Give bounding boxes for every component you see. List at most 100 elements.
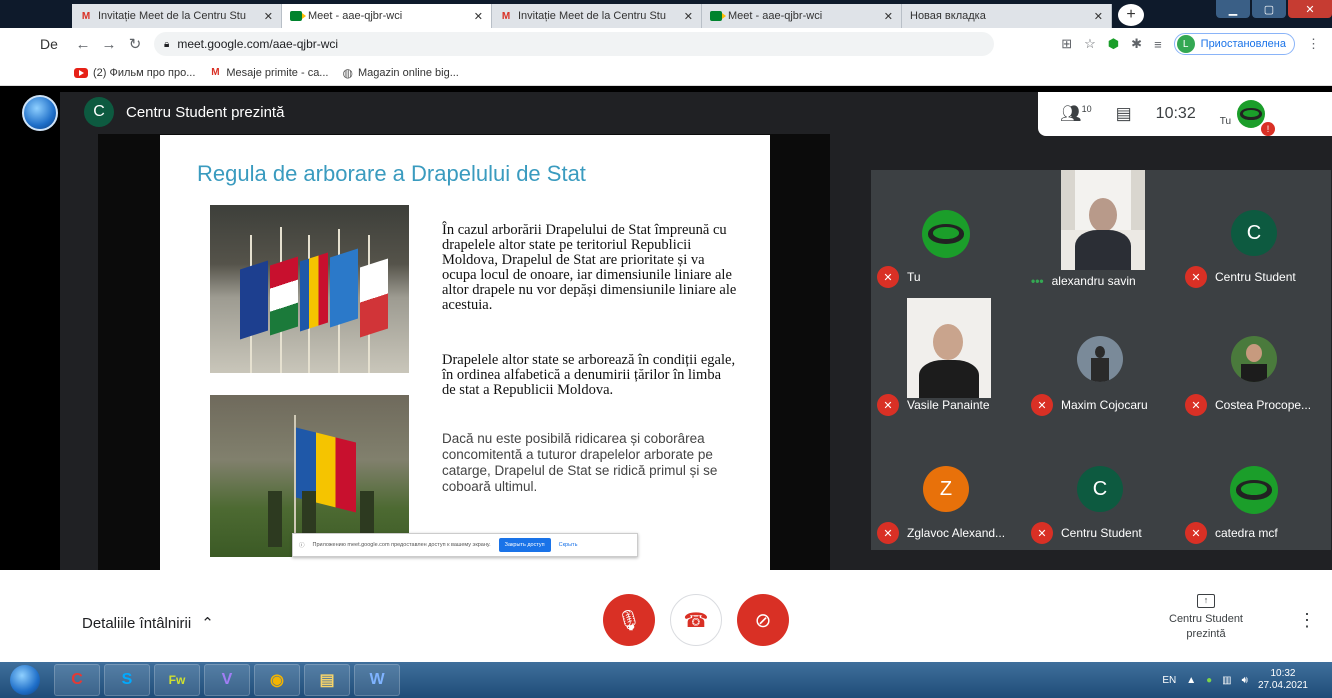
omnibox[interactable]: 🔒︎ meet.google.com/aae-qjbr-wci bbox=[154, 32, 994, 56]
participant-avatar bbox=[1231, 336, 1277, 382]
youtube-icon bbox=[74, 67, 88, 78]
gmail-icon: M bbox=[211, 67, 220, 78]
browser-tab-bar: M Invitație Meet de la Centru Stu ✕ Meet… bbox=[0, 0, 1332, 28]
participant-name: Centru Student bbox=[1061, 526, 1142, 540]
maximize-icon[interactable]: ▢ bbox=[1252, 0, 1286, 18]
meeting-details-button[interactable]: Detaliile întâlnirii ⌃ bbox=[82, 614, 214, 633]
mic-toggle-button[interactable]: 🎙︎ bbox=[603, 594, 655, 646]
system-tray: EN ▲ ● ▥ 🔊︎ 10:32 27.04.2021 bbox=[1162, 668, 1332, 692]
taskbar-app-word[interactable]: W bbox=[354, 664, 400, 696]
presenter-avatar: C bbox=[84, 97, 114, 127]
participant-name: alexandru savin bbox=[1051, 274, 1136, 288]
language-indicator[interactable]: EN bbox=[1162, 675, 1176, 686]
self-preview[interactable]: Tu ! bbox=[1219, 100, 1276, 136]
camera-toggle-button[interactable]: ⊘ bbox=[737, 594, 789, 646]
bookmark-gmail[interactable]: M Mesaje primite - ca... bbox=[209, 67, 328, 79]
participant-tile[interactable]: ✕ Vasile Panainte bbox=[871, 298, 1021, 422]
bookmark-magazin[interactable]: ◍ Magazin online big... bbox=[342, 66, 458, 80]
close-tab-icon[interactable]: ✕ bbox=[1094, 10, 1103, 23]
extensions-puzzle-icon[interactable]: ✱ bbox=[1131, 36, 1142, 52]
chrome-menu-icon[interactable]: ⋮ bbox=[1307, 36, 1320, 52]
participants-button[interactable]: 👥︎ 10 bbox=[1060, 104, 1092, 124]
close-tab-icon[interactable]: ✕ bbox=[474, 10, 483, 23]
back-arrow-icon[interactable]: ← bbox=[70, 36, 96, 53]
bookmark-star-icon[interactable]: ☆ bbox=[1084, 36, 1096, 52]
volume-icon[interactable]: 🔊︎ bbox=[1242, 675, 1248, 686]
minimize-icon[interactable]: ▁ bbox=[1216, 0, 1250, 18]
desktop-side-text: De bbox=[40, 36, 58, 52]
windows-logo-icon bbox=[10, 665, 40, 695]
presenter-text: Centru Student prezintă bbox=[126, 103, 285, 121]
windows-start-orb[interactable] bbox=[22, 95, 58, 131]
taskbar-app-viber[interactable]: V bbox=[204, 664, 250, 696]
bookmark-youtube[interactable]: (2) Фильм про про... bbox=[74, 67, 195, 79]
profile-button[interactable]: L Приостановлена bbox=[1173, 33, 1295, 55]
participant-tile[interactable]: C ✕ Centru Student bbox=[1025, 426, 1175, 550]
tab-meet-2[interactable]: Meet - aae-qjbr-wci ✕ bbox=[702, 4, 902, 28]
url-text: meet.google.com/aae-qjbr-wci bbox=[177, 37, 339, 51]
mic-off-icon: ! bbox=[1261, 122, 1276, 136]
taskbar-app-fireworks[interactable]: Fw bbox=[154, 664, 200, 696]
participant-tile[interactable]: ✕ Costea Procope... bbox=[1179, 298, 1329, 422]
meet-icon bbox=[290, 10, 306, 22]
clock-time: 10:32 bbox=[1270, 668, 1296, 679]
tab-title: Invitație Meet de la Centru Stu bbox=[98, 10, 246, 22]
tab-new[interactable]: Новая вкладка ✕ bbox=[902, 4, 1112, 28]
taskbar-app-ccleaner[interactable]: C bbox=[54, 664, 100, 696]
mic-off-icon: ✕ bbox=[1031, 394, 1053, 416]
participant-tile[interactable]: ✕ Maxim Cojocaru bbox=[1025, 298, 1175, 422]
forward-arrow-icon[interactable]: → bbox=[96, 36, 122, 53]
info-icon: ⓘ bbox=[299, 543, 305, 549]
leave-call-button[interactable]: ☎︎ bbox=[670, 594, 722, 646]
hide-notice-link[interactable]: Скрыть bbox=[559, 542, 578, 548]
hang-up-icon: ☎︎ bbox=[683, 609, 709, 632]
reload-icon[interactable]: ↻ bbox=[122, 35, 148, 53]
new-tab-plus-icon[interactable]: + bbox=[1118, 4, 1144, 26]
chat-icon[interactable]: ▤ bbox=[1116, 104, 1132, 124]
participant-tile[interactable]: ✕ catedra mcf bbox=[1179, 426, 1329, 550]
toolbar-icons: ⊞ ☆ ⬢ ✱ ≡ L Приостановлена ⋮ bbox=[1061, 33, 1320, 55]
adblock-shield-icon[interactable]: ⬢ bbox=[1108, 36, 1119, 52]
participant-tile[interactable]: C ✕ Centru Student bbox=[1179, 170, 1329, 294]
bookmark-label: Mesaje primite - ca... bbox=[226, 66, 329, 79]
more-options-icon[interactable]: ⋮ bbox=[1298, 610, 1316, 631]
participant-name: Tu bbox=[907, 270, 921, 284]
presenting-now-label: Centru Student prezintă bbox=[1169, 613, 1243, 640]
tab-meet-active[interactable]: Meet - aae-qjbr-wci ✕ bbox=[282, 4, 492, 28]
participant-avatar bbox=[1230, 466, 1278, 514]
system-clock[interactable]: 10:32 27.04.2021 bbox=[1258, 668, 1308, 692]
mic-off-icon: ✕ bbox=[1031, 522, 1053, 544]
close-tab-icon[interactable]: ✕ bbox=[684, 10, 693, 23]
self-label: Tu bbox=[1219, 115, 1232, 127]
taskbar-app-skype[interactable]: S bbox=[104, 664, 150, 696]
close-tab-icon[interactable]: ✕ bbox=[884, 10, 893, 23]
participant-tile[interactable]: ✕ Tu bbox=[871, 170, 1021, 294]
reading-list-icon[interactable]: ≡ bbox=[1154, 37, 1162, 52]
chevron-up-icon: ⌃ bbox=[201, 615, 214, 632]
tray-arrow-icon[interactable]: ▲ bbox=[1186, 675, 1196, 686]
taskbar-app-explorer[interactable]: ▤ bbox=[304, 664, 350, 696]
bookmark-label: (2) Фильм про про... bbox=[93, 66, 196, 79]
security-icon[interactable]: ● bbox=[1206, 675, 1212, 686]
stop-sharing-button[interactable]: Закрыть доступ bbox=[498, 538, 551, 552]
participant-name: Vasile Panainte bbox=[907, 398, 990, 412]
network-icon[interactable]: ▥ bbox=[1222, 675, 1231, 686]
tab-gmail-invite-2[interactable]: M Invitație Meet de la Centru Stu ✕ bbox=[492, 4, 702, 28]
tab-gmail-invite-1[interactable]: M Invitație Meet de la Centru Stu ✕ bbox=[72, 4, 282, 28]
participant-tile[interactable]: ••• alexandru savin bbox=[1025, 170, 1175, 294]
participant-video bbox=[1061, 170, 1145, 270]
bookmarks-bar: (2) Фильм про про... M Mesaje primite - … bbox=[0, 60, 1332, 86]
start-button[interactable] bbox=[0, 662, 50, 698]
slide-title: Regula de arborare a Drapelului de Stat bbox=[197, 161, 586, 186]
window-controls: ▁ ▢ ✕ bbox=[1216, 0, 1332, 18]
participant-tile[interactable]: Z ✕ Zglavoc Alexand... bbox=[871, 426, 1021, 550]
participants-count: 10 bbox=[1081, 104, 1092, 114]
presenting-now-button[interactable]: ↑ Centru Student prezintă bbox=[1160, 594, 1252, 642]
close-window-icon[interactable]: ✕ bbox=[1288, 0, 1332, 18]
participant-name: catedra mcf bbox=[1215, 526, 1278, 540]
close-tab-icon[interactable]: ✕ bbox=[264, 10, 273, 23]
taskbar-app-chrome[interactable]: ◉ bbox=[254, 664, 300, 696]
profile-avatar: L bbox=[1176, 35, 1195, 53]
meet-bottom-bar: Detaliile întâlnirii ⌃ 🎙︎ ☎︎ ⊘ ↑ Centru … bbox=[0, 570, 1332, 662]
translate-icon[interactable]: ⊞ bbox=[1061, 36, 1072, 52]
